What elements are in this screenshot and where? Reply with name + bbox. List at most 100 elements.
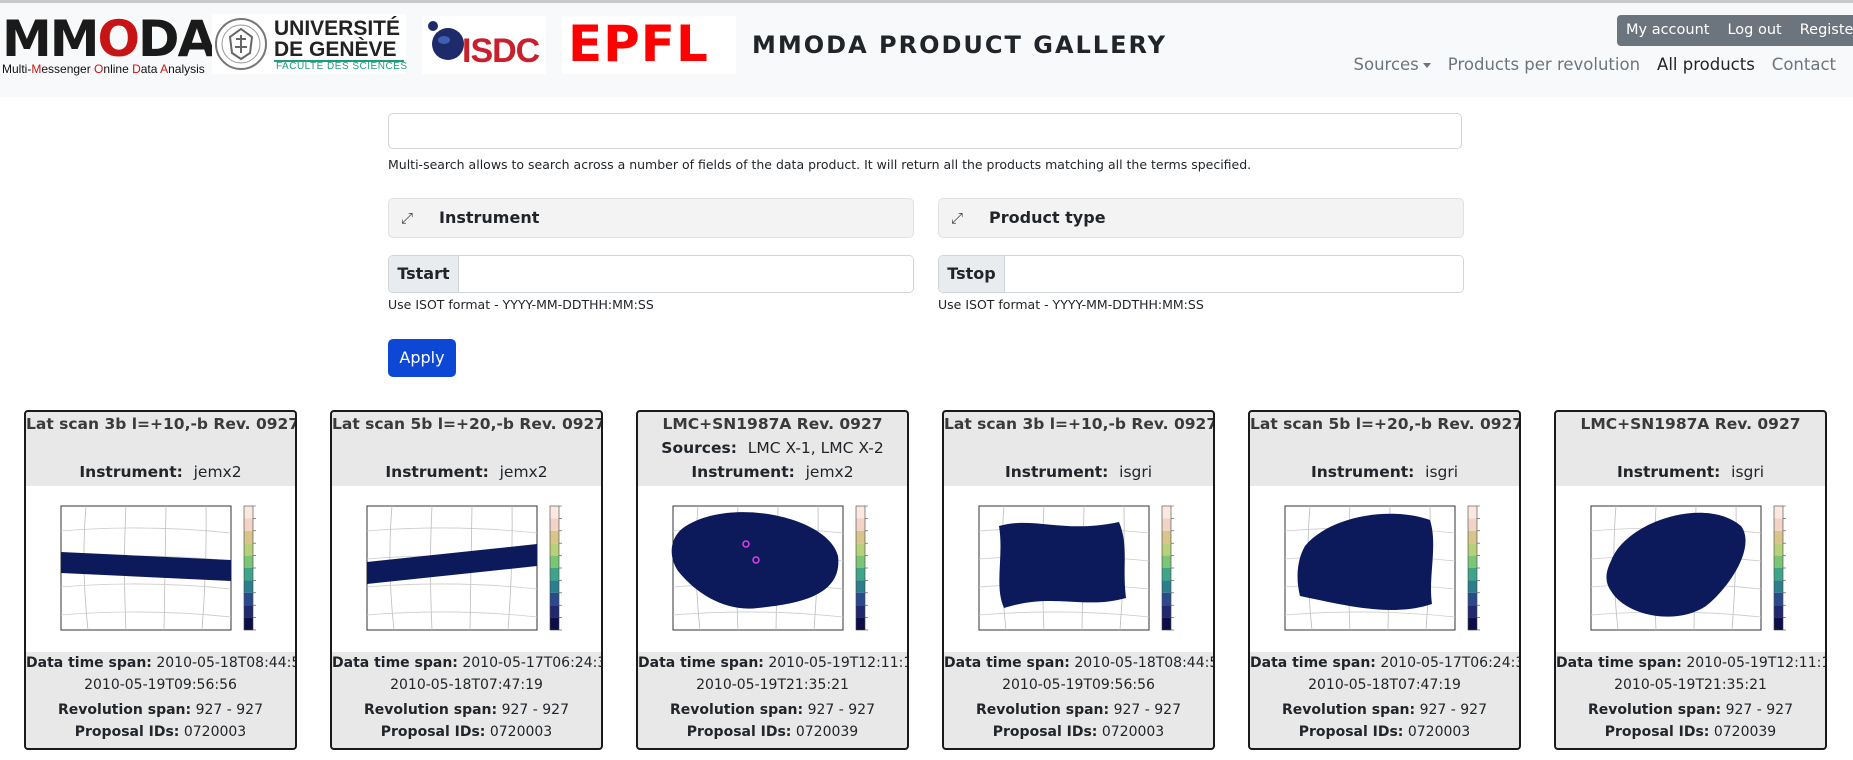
proposal-row: Proposal IDs: 0720039 — [638, 721, 907, 743]
logout-button[interactable]: Log out — [1718, 15, 1790, 46]
product-card-header: LMC+SN1987A Rev. 0927 Sources: LMC X-1, … — [638, 412, 907, 484]
expand-icon: ⤢ — [401, 209, 414, 227]
proposal-row: Proposal IDs: 0720003 — [332, 721, 601, 743]
product-title[interactable]: Lat scan 5b l=+20,-b Rev. 0927 — [332, 415, 601, 433]
product-title[interactable]: Lat scan 3b l=+10,-b Rev. 0927 — [26, 415, 295, 433]
product-title[interactable]: Lat scan 5b l=+20,-b Rev. 0927 — [1250, 415, 1519, 433]
register-button[interactable]: Register — [1791, 15, 1853, 46]
product-card[interactable]: Lat scan 3b l=+10,-b Rev. 0927 Instrumen… — [942, 410, 1215, 750]
apply-button[interactable]: Apply — [388, 339, 456, 377]
time-span-start: 2010-05-19T12:11:17 - — [768, 655, 909, 671]
product-card-footer: Data time span: 2010-05-19T12:11:17 - 20… — [1556, 652, 1825, 743]
instrument-label: Instrument: — [1616, 463, 1721, 481]
instrument-label: Instrument: — [1004, 463, 1109, 481]
multi-search-input[interactable] — [388, 113, 1462, 149]
product-sources: Sources: LMC X-1, LMC X-2 — [638, 439, 907, 457]
tstart-help: Use ISOT format - YYYY-MM-DDTHH:MM:SS — [388, 297, 654, 312]
time-span-start: 2010-05-17T06:24:36 - — [1380, 655, 1521, 671]
proposal-value: 0720039 — [795, 724, 859, 740]
product-card-footer: Data time span: 2010-05-18T08:44:59 - 20… — [26, 652, 295, 743]
revolution-row: Revolution span: 927 - 927 — [944, 699, 1213, 721]
product-image[interactable] — [1556, 486, 1825, 652]
product-image[interactable] — [638, 486, 907, 652]
product-card[interactable]: LMC+SN1987A Rev. 0927 Instrument: isgri … — [1554, 410, 1827, 750]
revolution-label: Revolution span: — [1588, 702, 1722, 718]
product-card[interactable]: Lat scan 5b l=+20,-b Rev. 0927 Instrumen… — [1248, 410, 1521, 750]
instrument-facet[interactable]: ⤢ Instrument — [388, 198, 914, 238]
product-card-footer: Data time span: 2010-05-18T08:44:59 - 20… — [944, 652, 1213, 743]
product-title[interactable]: LMC+SN1987A Rev. 0927 — [638, 415, 907, 433]
time-span-end: 2010-05-18T07:47:19 — [1308, 677, 1461, 693]
main-nav: Sources Products per revolution All prod… — [1354, 55, 1836, 74]
proposal-value: 0720003 — [1101, 724, 1165, 740]
product-image[interactable] — [1250, 486, 1519, 652]
instrument-value: isgri — [1731, 463, 1765, 481]
product-type-facet[interactable]: ⤢ Product type — [938, 198, 1464, 238]
time-span-label: Data time span: — [944, 655, 1070, 671]
navbar: MMODA Multi-Messenger Online Data Analys… — [0, 3, 1853, 97]
revolution-value: 927 - 927 — [1113, 702, 1181, 718]
product-image[interactable] — [26, 486, 295, 652]
sky-map-image — [1590, 505, 1786, 631]
revolution-row: Revolution span: 927 - 927 — [1250, 699, 1519, 721]
time-span-start: 2010-05-19T12:11:17 - — [1686, 655, 1827, 671]
time-span-row: Data time span: 2010-05-18T08:44:59 - — [944, 652, 1213, 674]
tstart-input[interactable] — [459, 256, 913, 292]
revolution-row: Revolution span: 927 - 927 — [638, 699, 907, 721]
revolution-label: Revolution span: — [976, 702, 1110, 718]
time-span-end: 2010-05-18T07:47:19 — [390, 677, 543, 693]
sky-map-image — [978, 505, 1174, 631]
product-card-footer: Data time span: 2010-05-17T06:24:36 - 20… — [332, 652, 601, 743]
proposal-value: 0720003 — [489, 724, 553, 740]
product-card-header: LMC+SN1987A Rev. 0927 Instrument: isgri — [1556, 412, 1825, 484]
unige-seal-icon — [215, 18, 267, 70]
tstop-group: Tstop — [938, 255, 1464, 293]
unige-logo[interactable]: UNIVERSITÉ DE GENÈVE FACULTÉ DES SCIENCE… — [212, 14, 407, 74]
instrument-value: isgri — [1119, 463, 1153, 481]
revolution-value: 927 - 927 — [1725, 702, 1793, 718]
nav-sources[interactable]: Sources — [1354, 55, 1431, 74]
product-card-footer: Data time span: 2010-05-17T06:24:36 - 20… — [1250, 652, 1519, 743]
product-instrument: Instrument: jemx2 — [638, 463, 907, 481]
product-instrument: Instrument: isgri — [1556, 463, 1825, 481]
revolution-value: 927 - 927 — [195, 702, 263, 718]
nav-all-products[interactable]: All products — [1657, 55, 1755, 74]
epfl-logo-text: EPFL — [568, 15, 709, 73]
mmoda-logo-tagline: Multi-Messenger Online Data Analysis — [2, 62, 205, 76]
product-card-header: Lat scan 3b l=+10,-b Rev. 0927 Instrumen… — [26, 412, 295, 484]
product-title[interactable]: LMC+SN1987A Rev. 0927 — [1556, 415, 1825, 433]
tstart-group: Tstart — [388, 255, 914, 293]
product-card-header: Lat scan 5b l=+20,-b Rev. 0927 Instrumen… — [332, 412, 601, 484]
revolution-label: Revolution span: — [1282, 702, 1416, 718]
time-span-row: Data time span: 2010-05-19T12:11:17 - — [1556, 652, 1825, 674]
time-span-row: Data time span: 2010-05-19T12:11:17 - — [638, 652, 907, 674]
chevron-down-icon — [1422, 63, 1431, 68]
proposal-label: Proposal IDs: — [686, 724, 792, 740]
isdc-logo[interactable]: ISDC — [422, 16, 546, 74]
tstop-input[interactable] — [1005, 256, 1463, 292]
nav-products-per-revolution[interactable]: Products per revolution — [1448, 55, 1640, 74]
time-span-end: 2010-05-19T09:56:56 — [1002, 677, 1155, 693]
nav-sources-label: Sources — [1353, 55, 1419, 74]
epfl-logo[interactable]: EPFL — [562, 16, 736, 74]
product-card-footer: Data time span: 2010-05-19T12:11:17 - 20… — [638, 652, 907, 743]
revolution-label: Revolution span: — [58, 702, 192, 718]
page-title[interactable]: MMODA PRODUCT GALLERY — [752, 31, 1167, 59]
product-card[interactable]: LMC+SN1987A Rev. 0927 Sources: LMC X-1, … — [636, 410, 909, 750]
mmoda-logo[interactable]: MMODA Multi-Messenger Online Data Analys… — [2, 14, 216, 76]
my-account-button[interactable]: My account — [1617, 15, 1718, 46]
product-card[interactable]: Lat scan 3b l=+10,-b Rev. 0927 Instrumen… — [24, 410, 297, 750]
revolution-value: 927 - 927 — [807, 702, 875, 718]
product-image[interactable] — [944, 486, 1213, 652]
nav-contact[interactable]: Contact — [1772, 55, 1836, 74]
time-span-row: Data time span: 2010-05-17T06:24:36 - — [1250, 652, 1519, 674]
sky-map-image — [366, 505, 562, 631]
product-instrument: Instrument: jemx2 — [26, 463, 295, 481]
product-card[interactable]: Lat scan 5b l=+20,-b Rev. 0927 Instrumen… — [330, 410, 603, 750]
product-image[interactable] — [332, 486, 601, 652]
product-title[interactable]: Lat scan 3b l=+10,-b Rev. 0927 — [944, 415, 1213, 433]
isdc-logo-text: ISDC — [462, 32, 540, 70]
proposal-label: Proposal IDs: — [74, 724, 180, 740]
time-span-row: Data time span: 2010-05-17T06:24:36 - — [332, 652, 601, 674]
unige-line1: UNIVERSITÉ — [274, 17, 401, 40]
